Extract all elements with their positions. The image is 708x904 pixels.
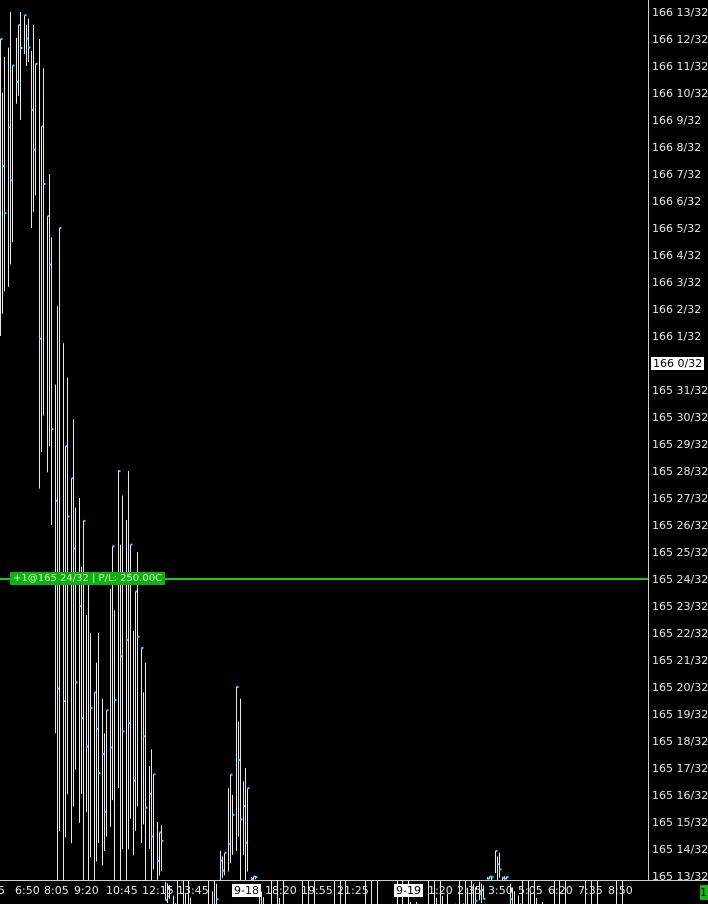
- price-tick-label: 166 6/32: [652, 195, 702, 208]
- time-tick-label: 3:50: [488, 884, 513, 897]
- price-tick-label: 165 25/32: [652, 546, 708, 559]
- time-tick-label: 10:45: [106, 884, 138, 897]
- price-tick-label: 166 11/32: [652, 60, 708, 73]
- price-tick-label: 166 3/32: [652, 276, 702, 289]
- price-tick-label: 165 16/32: [652, 789, 708, 802]
- price-chart[interactable]: 166 13/32 166 12/32 166 11/32 166 10/32 166 …: [0, 0, 708, 904]
- position-pl-label[interactable]: +1@165 24/32 | P/L: 250.00C: [10, 572, 166, 585]
- price-axis-line: [648, 0, 649, 880]
- price-tick-label: 166 2/32: [652, 303, 702, 316]
- tick-chart-plot[interactable]: [0, 0, 708, 904]
- time-tick-label: 7:35: [578, 884, 603, 897]
- price-tick-label: 165 24/32: [652, 573, 708, 586]
- time-tick-label: 8:50: [608, 884, 633, 897]
- price-tick-label: 166 13/32: [652, 6, 708, 19]
- price-tick-label: 165 22/32: [652, 627, 708, 640]
- price-tick-label: 166 9/32: [652, 114, 702, 127]
- time-tick-label: 18:20: [265, 884, 297, 897]
- time-tick-label: 5: [0, 884, 5, 897]
- price-tick-label: 166 4/32: [652, 249, 702, 262]
- time-tick-label: 9:20: [74, 884, 99, 897]
- price-tick-label: 166 1/32: [652, 330, 702, 343]
- time-tick-label: 5:05: [518, 884, 543, 897]
- date-tick-label: 9-19: [394, 884, 423, 897]
- price-tick-label: 165 21/32: [652, 654, 708, 667]
- price-tick-label: 165 29/32: [652, 438, 708, 451]
- price-tick-label: 165 28/32: [652, 465, 708, 478]
- time-tick-label: 2:35: [457, 884, 482, 897]
- price-tick-label: 165 20/32: [652, 681, 708, 694]
- time-tick-label: 21:25: [337, 884, 369, 897]
- price-tick-label: 165 27/32: [652, 492, 708, 505]
- price-tick-label: 165 23/32: [652, 600, 708, 613]
- price-tick-label: 165 15/32: [652, 816, 708, 829]
- price-tick-label: 166 7/32: [652, 168, 702, 181]
- connection-status-indicator: 1: [700, 885, 708, 900]
- time-tick-label: 19:55: [301, 884, 333, 897]
- price-tick-label: 166 0/32: [651, 357, 705, 370]
- price-tick-label: 165 13/32: [652, 870, 708, 883]
- time-tick-label: 12:15: [142, 884, 174, 897]
- price-tick-label: 166 12/32: [652, 33, 708, 46]
- time-tick-label: 8:05: [44, 884, 69, 897]
- time-tick-label: 6:20: [548, 884, 573, 897]
- price-tick-label: 165 14/32: [652, 843, 708, 856]
- time-axis-line: [0, 880, 708, 881]
- price-tick-label: 165 31/32: [652, 384, 708, 397]
- time-tick-label: 13:45: [177, 884, 209, 897]
- time-tick-label: 6:50: [15, 884, 40, 897]
- price-tick-label: 165 17/32: [652, 762, 708, 775]
- date-tick-label: 9-18: [232, 884, 261, 897]
- price-tick-label: 166 10/32: [652, 87, 708, 100]
- price-tick-label: 166 5/32: [652, 222, 702, 235]
- price-tick-label: 165 19/32: [652, 708, 708, 721]
- price-tick-label: 165 30/32: [652, 411, 708, 424]
- price-tick-label: 166 8/32: [652, 141, 702, 154]
- time-tick-label: 1:20: [428, 884, 453, 897]
- price-tick-label: 165 26/32: [652, 519, 708, 532]
- price-tick-label: 165 18/32: [652, 735, 708, 748]
